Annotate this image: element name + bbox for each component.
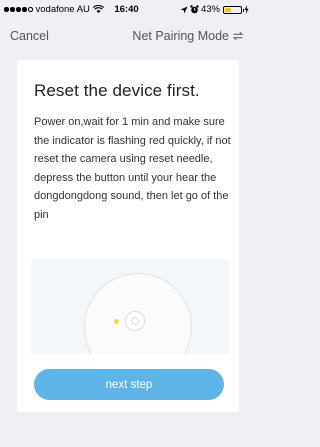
camera-lens-icon — [125, 311, 145, 331]
camera-illustration — [31, 259, 229, 354]
instruction-text: Power on,wait for 1 min and make sure th… — [34, 116, 231, 221]
charging-icon — [244, 5, 249, 14]
card-title: Reset the device first. — [34, 81, 200, 100]
net-pairing-mode-button[interactable]: Net Pairing Mode — [132, 29, 243, 43]
next-step-button[interactable]: next step — [34, 369, 224, 400]
alarm-icon — [190, 5, 199, 14]
battery-fill — [225, 7, 231, 12]
nav-bar: Cancel Net Pairing Mode — [0, 18, 253, 54]
battery-icon — [223, 5, 244, 14]
location-arrow-icon — [180, 6, 188, 13]
cancel-button[interactable]: Cancel — [10, 29, 49, 43]
switch-arrows-icon — [233, 32, 243, 40]
net-pairing-mode-label: Net Pairing Mode — [132, 29, 229, 43]
status-right: 43% — [180, 4, 249, 15]
status-bar: vodafone AU 16:40 43% — [0, 0, 253, 18]
indicator-light — [114, 319, 119, 324]
battery-percent: 43% — [200, 4, 220, 15]
instruction-card: Reset the device first. Power on,wait fo… — [17, 60, 239, 412]
